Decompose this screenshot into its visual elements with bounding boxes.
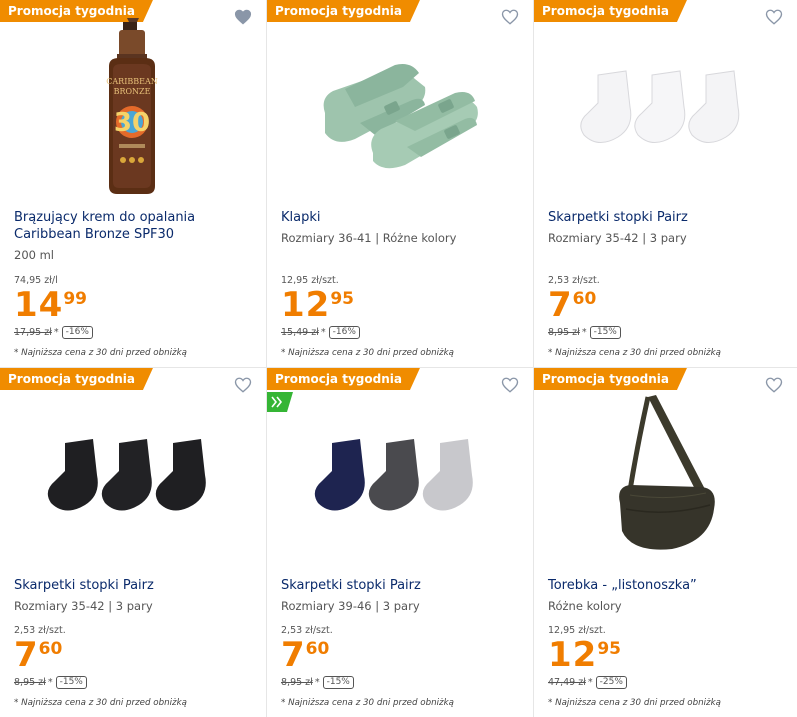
old-price: 15,49 zł: [281, 327, 319, 338]
unit-price: 2,53 zł/szt.: [548, 275, 600, 286]
white-socks-image[interactable]: [534, 18, 797, 198]
discount-badge: -25%: [595, 676, 627, 689]
product-title[interactable]: Klapki: [281, 209, 523, 226]
product-info: Skarpetki stopki Pairz Rozmiary 35-42 | …: [14, 577, 256, 613]
price-cents: 95: [330, 289, 354, 309]
current-price: 760: [14, 638, 187, 672]
product-subtitle: Rozmiary 39-46 | 3 pary: [281, 599, 420, 613]
asterisk: *: [47, 677, 53, 688]
product-card[interactable]: Promocja tygodnia Skarpetki stopki Pairz…: [534, 0, 797, 368]
product-card[interactable]: Promocja tygodnia CARIBBEAN BRONZE 30 Br…: [0, 0, 267, 368]
svg-text:BRONZE: BRONZE: [114, 87, 151, 96]
old-price-row: 15,49 zł * -16%: [281, 326, 454, 339]
product-info: Skarpetki stopki Pairz Rozmiary 35-42 | …: [548, 209, 787, 245]
price-cents: 99: [63, 289, 87, 309]
price-main: 14: [14, 285, 64, 325]
lowest-price-note: * Najniższa cena z 30 dni przed obniżką: [548, 698, 721, 708]
old-price: 47,49 zł: [548, 677, 586, 688]
price-main: 7: [548, 285, 573, 325]
unit-price: 2,53 zł/szt.: [281, 625, 333, 636]
discount-badge: -15%: [589, 326, 621, 339]
product-title[interactable]: Skarpetki stopki Pairz: [14, 577, 256, 594]
old-price-row: 8,95 zł * -15%: [548, 326, 721, 339]
product-card[interactable]: Promocja tygodnia Torebka - „listonoszka…: [534, 368, 797, 717]
current-price: 1295: [548, 638, 721, 672]
product-subtitle: Rozmiary 35-42 | 3 pary: [548, 231, 687, 245]
price-block: 2,53 zł/szt. 760 8,95 zł * -15% * Najniższ…: [14, 625, 187, 708]
old-price-row: 8,95 zł * -15%: [281, 676, 454, 689]
asterisk: *: [314, 677, 320, 688]
discount-badge: -16%: [61, 326, 93, 339]
discount-badge: -16%: [328, 326, 360, 339]
asterisk: *: [587, 677, 593, 688]
current-price: 1499: [14, 288, 187, 322]
lowest-price-note: * Najniższa cena z 30 dni przed obniżką: [14, 348, 187, 358]
product-info: Skarpetki stopki Pairz Rozmiary 39-46 | …: [281, 577, 523, 613]
lowest-price-note: * Najniższa cena z 30 dni przed obniżką: [281, 698, 454, 708]
mixed-socks-image[interactable]: [267, 386, 533, 566]
price-main: 7: [281, 635, 306, 675]
sunscreen-bottle-image[interactable]: CARIBBEAN BRONZE 30: [0, 18, 266, 198]
price-block: 74,95 zł/l 1499 17,95 zł * -16% * Najniższ…: [14, 275, 187, 358]
old-price: 8,95 zł: [281, 677, 313, 688]
old-price: 8,95 zł: [14, 677, 46, 688]
unit-price: 2,53 zł/szt.: [14, 625, 66, 636]
price-cents: 95: [597, 639, 621, 659]
lowest-price-note: * Najniższa cena z 30 dni przed obniżką: [14, 698, 187, 708]
current-price: 1295: [281, 288, 454, 322]
discount-badge: -15%: [322, 676, 354, 689]
product-subtitle: Różne kolory: [548, 599, 622, 613]
product-card[interactable]: Promocja tygodnia Klapki Rozmiary 36-41 …: [267, 0, 534, 368]
old-price-row: 47,49 zł * -25%: [548, 676, 721, 689]
product-subtitle: 200 ml: [14, 248, 55, 262]
price-main: 12: [281, 285, 331, 325]
product-title[interactable]: Torebka - „listonoszka”: [548, 577, 787, 594]
product-subtitle: Rozmiary 35-42 | 3 pary: [14, 599, 153, 613]
price-cents: 60: [38, 639, 63, 659]
product-title[interactable]: Skarpetki stopki Pairz: [548, 209, 787, 226]
product-title[interactable]: Brązujący krem do opalania Caribbean Bro…: [14, 209, 256, 243]
price-main: 12: [548, 635, 598, 675]
lowest-price-note: * Najniższa cena z 30 dni przed obniżką: [548, 348, 721, 358]
asterisk: *: [53, 327, 59, 338]
slippers-image[interactable]: [267, 18, 533, 198]
old-price-row: 8,95 zł * -15%: [14, 676, 187, 689]
product-info: Brązujący krem do opalania Caribbean Bro…: [14, 209, 256, 262]
old-price: 17,95 zł: [14, 327, 52, 338]
current-price: 760: [281, 638, 454, 672]
discount-badge: -15%: [55, 676, 87, 689]
product-card[interactable]: Promocja tygodnia Skarpetki stopki Pairz…: [0, 368, 267, 717]
svg-text:30: 30: [114, 108, 150, 138]
product-info: Torebka - „listonoszka” Różne kolory: [548, 577, 787, 613]
product-info: Klapki Rozmiary 36-41 | Różne kolory: [281, 209, 523, 245]
price-cents: 60: [572, 289, 597, 309]
price-block: 12,95 zł/szt. 1295 47,49 zł * -25% * Najni…: [548, 625, 721, 708]
asterisk: *: [581, 327, 587, 338]
product-grid: Promocja tygodnia CARIBBEAN BRONZE 30 Br…: [0, 0, 797, 717]
price-block: 2,53 zł/szt. 760 8,95 zł * -15% * Najniższ…: [281, 625, 454, 708]
product-title[interactable]: Skarpetki stopki Pairz: [281, 577, 523, 594]
price-block: 2,53 zł/szt. 760 8,95 zł * -15% * Najniższ…: [548, 275, 721, 358]
product-card[interactable]: Promocja tygodnia Skarpetki stopki Pairz…: [267, 368, 534, 717]
price-block: 12,95 zł/szt. 1295 15,49 zł * -16% * Najni…: [281, 275, 454, 358]
current-price: 760: [548, 288, 721, 322]
lowest-price-note: * Najniższa cena z 30 dni przed obniżką: [281, 348, 454, 358]
price-cents: 60: [305, 639, 330, 659]
crossbody-bag-image[interactable]: [534, 386, 797, 566]
old-price: 8,95 zł: [548, 327, 580, 338]
old-price-row: 17,95 zł * -16%: [14, 326, 187, 339]
asterisk: *: [320, 327, 326, 338]
black-socks-image[interactable]: [0, 386, 266, 566]
price-main: 7: [14, 635, 39, 675]
product-subtitle: Rozmiary 36-41 | Różne kolory: [281, 231, 457, 245]
svg-text:CARIBBEAN: CARIBBEAN: [106, 77, 157, 86]
